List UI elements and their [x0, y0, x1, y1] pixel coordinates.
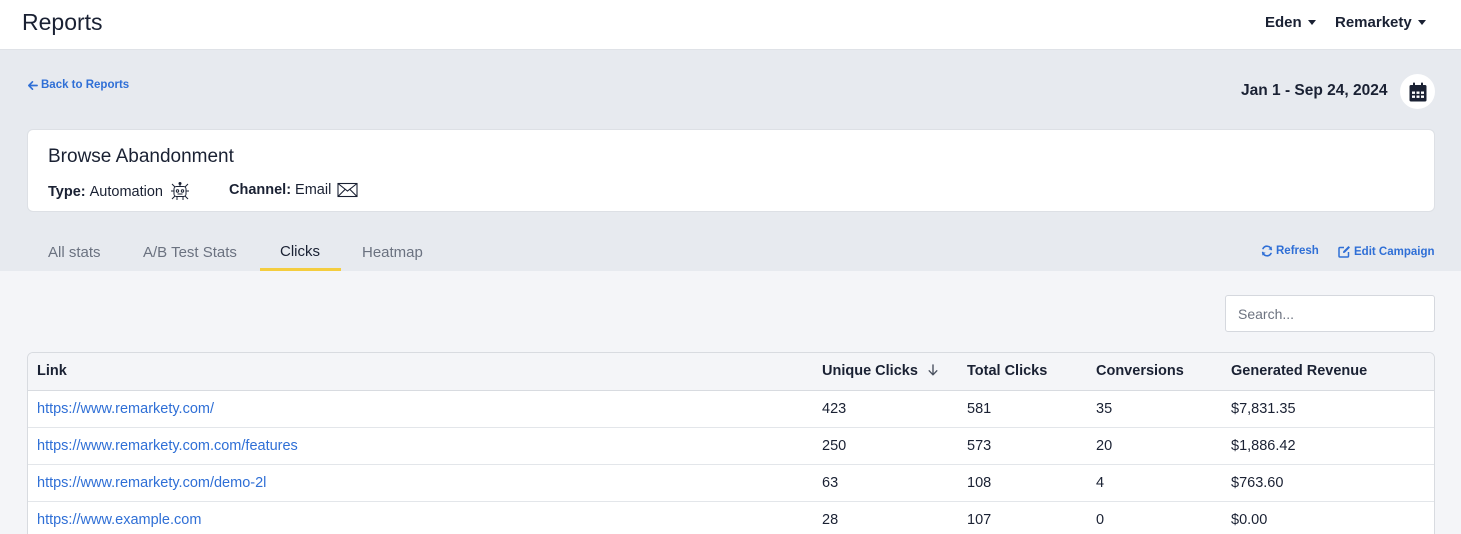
- row-unique-clicks: 63: [813, 464, 958, 502]
- row-total-clicks: 107: [958, 501, 1087, 534]
- store-menu[interactable]: Remarkety: [1335, 14, 1426, 31]
- campaign-type-label: Type:: [48, 184, 86, 200]
- row-revenue: $7,831.35: [1222, 390, 1434, 428]
- row-conversions: 4: [1087, 464, 1222, 502]
- row-link[interactable]: https://www.remarkety.com.com/features: [28, 427, 813, 465]
- row-revenue: $0.00: [1222, 501, 1434, 534]
- arrow-down-icon: [928, 364, 938, 376]
- table-row: https://www.example.com 28 107 0 $0.00: [28, 501, 1434, 534]
- row-conversions: 20: [1087, 427, 1222, 465]
- date-range: Jan 1 - Sep 24, 2024: [1241, 82, 1388, 99]
- campaign-summary-card: Browse Abandonment Type: Automation Chan…: [27, 129, 1435, 212]
- column-header-conversions[interactable]: Conversions: [1087, 353, 1222, 391]
- edit-icon: [1338, 246, 1350, 258]
- column-header-generated-revenue[interactable]: Generated Revenue: [1222, 353, 1434, 391]
- arrow-left-icon: [28, 80, 38, 90]
- table-row: https://www.remarkety.com/ 423 581 35 $7…: [28, 390, 1434, 428]
- row-conversions: 0: [1087, 501, 1222, 534]
- automation-robot-icon: [170, 182, 189, 200]
- tab-all-stats[interactable]: All stats: [48, 244, 101, 261]
- row-link[interactable]: https://www.example.com: [28, 501, 813, 534]
- row-revenue: $1,886.42: [1222, 427, 1434, 465]
- campaign-name: Browse Abandonment: [48, 146, 234, 167]
- back-to-reports-link[interactable]: Back to Reports: [27, 79, 129, 91]
- row-link[interactable]: https://www.remarkety.com/: [28, 390, 813, 428]
- page-title: Reports: [22, 9, 103, 35]
- row-total-clicks: 108: [958, 464, 1087, 502]
- tab-ab-test-stats[interactable]: A/B Test Stats: [143, 244, 237, 261]
- refresh-label: Refresh: [1276, 245, 1319, 257]
- row-unique-clicks: 28: [813, 501, 958, 534]
- row-unique-clicks: 423: [813, 390, 958, 428]
- row-total-clicks: 581: [958, 390, 1087, 428]
- caret-down-icon: [1307, 20, 1316, 25]
- campaign-channel-value: Email: [295, 182, 332, 198]
- clicks-table: Link Unique Clicks Total Clicks Conversi…: [27, 352, 1435, 534]
- user-menu-label: Eden: [1265, 14, 1302, 31]
- column-header-unique-clicks[interactable]: Unique Clicks: [813, 353, 958, 391]
- campaign-channel-label: Channel:: [229, 182, 292, 198]
- edit-campaign-label: Edit Campaign: [1354, 245, 1435, 258]
- table-row: https://www.remarkety.com/demo-2l 63 108…: [28, 464, 1434, 502]
- table-header-row: Link Unique Clicks Total Clicks Conversi…: [28, 353, 1434, 391]
- row-unique-clicks: 250: [813, 427, 958, 465]
- row-revenue: $763.60: [1222, 464, 1434, 502]
- tab-clicks[interactable]: Clicks: [280, 243, 320, 260]
- table-row: https://www.remarkety.com.com/features 2…: [28, 427, 1434, 465]
- tab-heatmap[interactable]: Heatmap: [362, 244, 423, 261]
- column-header-link[interactable]: Link: [28, 353, 813, 391]
- caret-down-icon: [1417, 20, 1426, 25]
- refresh-icon: [1261, 245, 1273, 257]
- back-link-label: Back to Reports: [41, 79, 130, 91]
- column-header-unique-clicks-label: Unique Clicks: [822, 363, 918, 380]
- row-total-clicks: 573: [958, 427, 1087, 465]
- campaign-type: Type: Automation: [48, 182, 191, 202]
- top-bar: Reports Eden Remarkety: [0, 0, 1461, 50]
- search-input[interactable]: [1225, 295, 1435, 332]
- refresh-button[interactable]: Refresh: [1261, 245, 1319, 257]
- user-menu[interactable]: Eden: [1265, 14, 1316, 31]
- campaign-channel: Channel: Email: [229, 182, 359, 198]
- row-link[interactable]: https://www.remarkety.com/demo-2l: [28, 464, 813, 502]
- row-conversions: 35: [1087, 390, 1222, 428]
- edit-campaign-button[interactable]: Edit Campaign: [1338, 245, 1435, 258]
- envelope-icon: [337, 182, 358, 198]
- calendar-icon: [1409, 82, 1426, 101]
- date-picker-button[interactable]: [1400, 74, 1435, 109]
- column-header-total-clicks[interactable]: Total Clicks: [958, 353, 1087, 391]
- store-menu-label: Remarkety: [1335, 14, 1412, 31]
- campaign-type-value: Automation: [89, 184, 163, 200]
